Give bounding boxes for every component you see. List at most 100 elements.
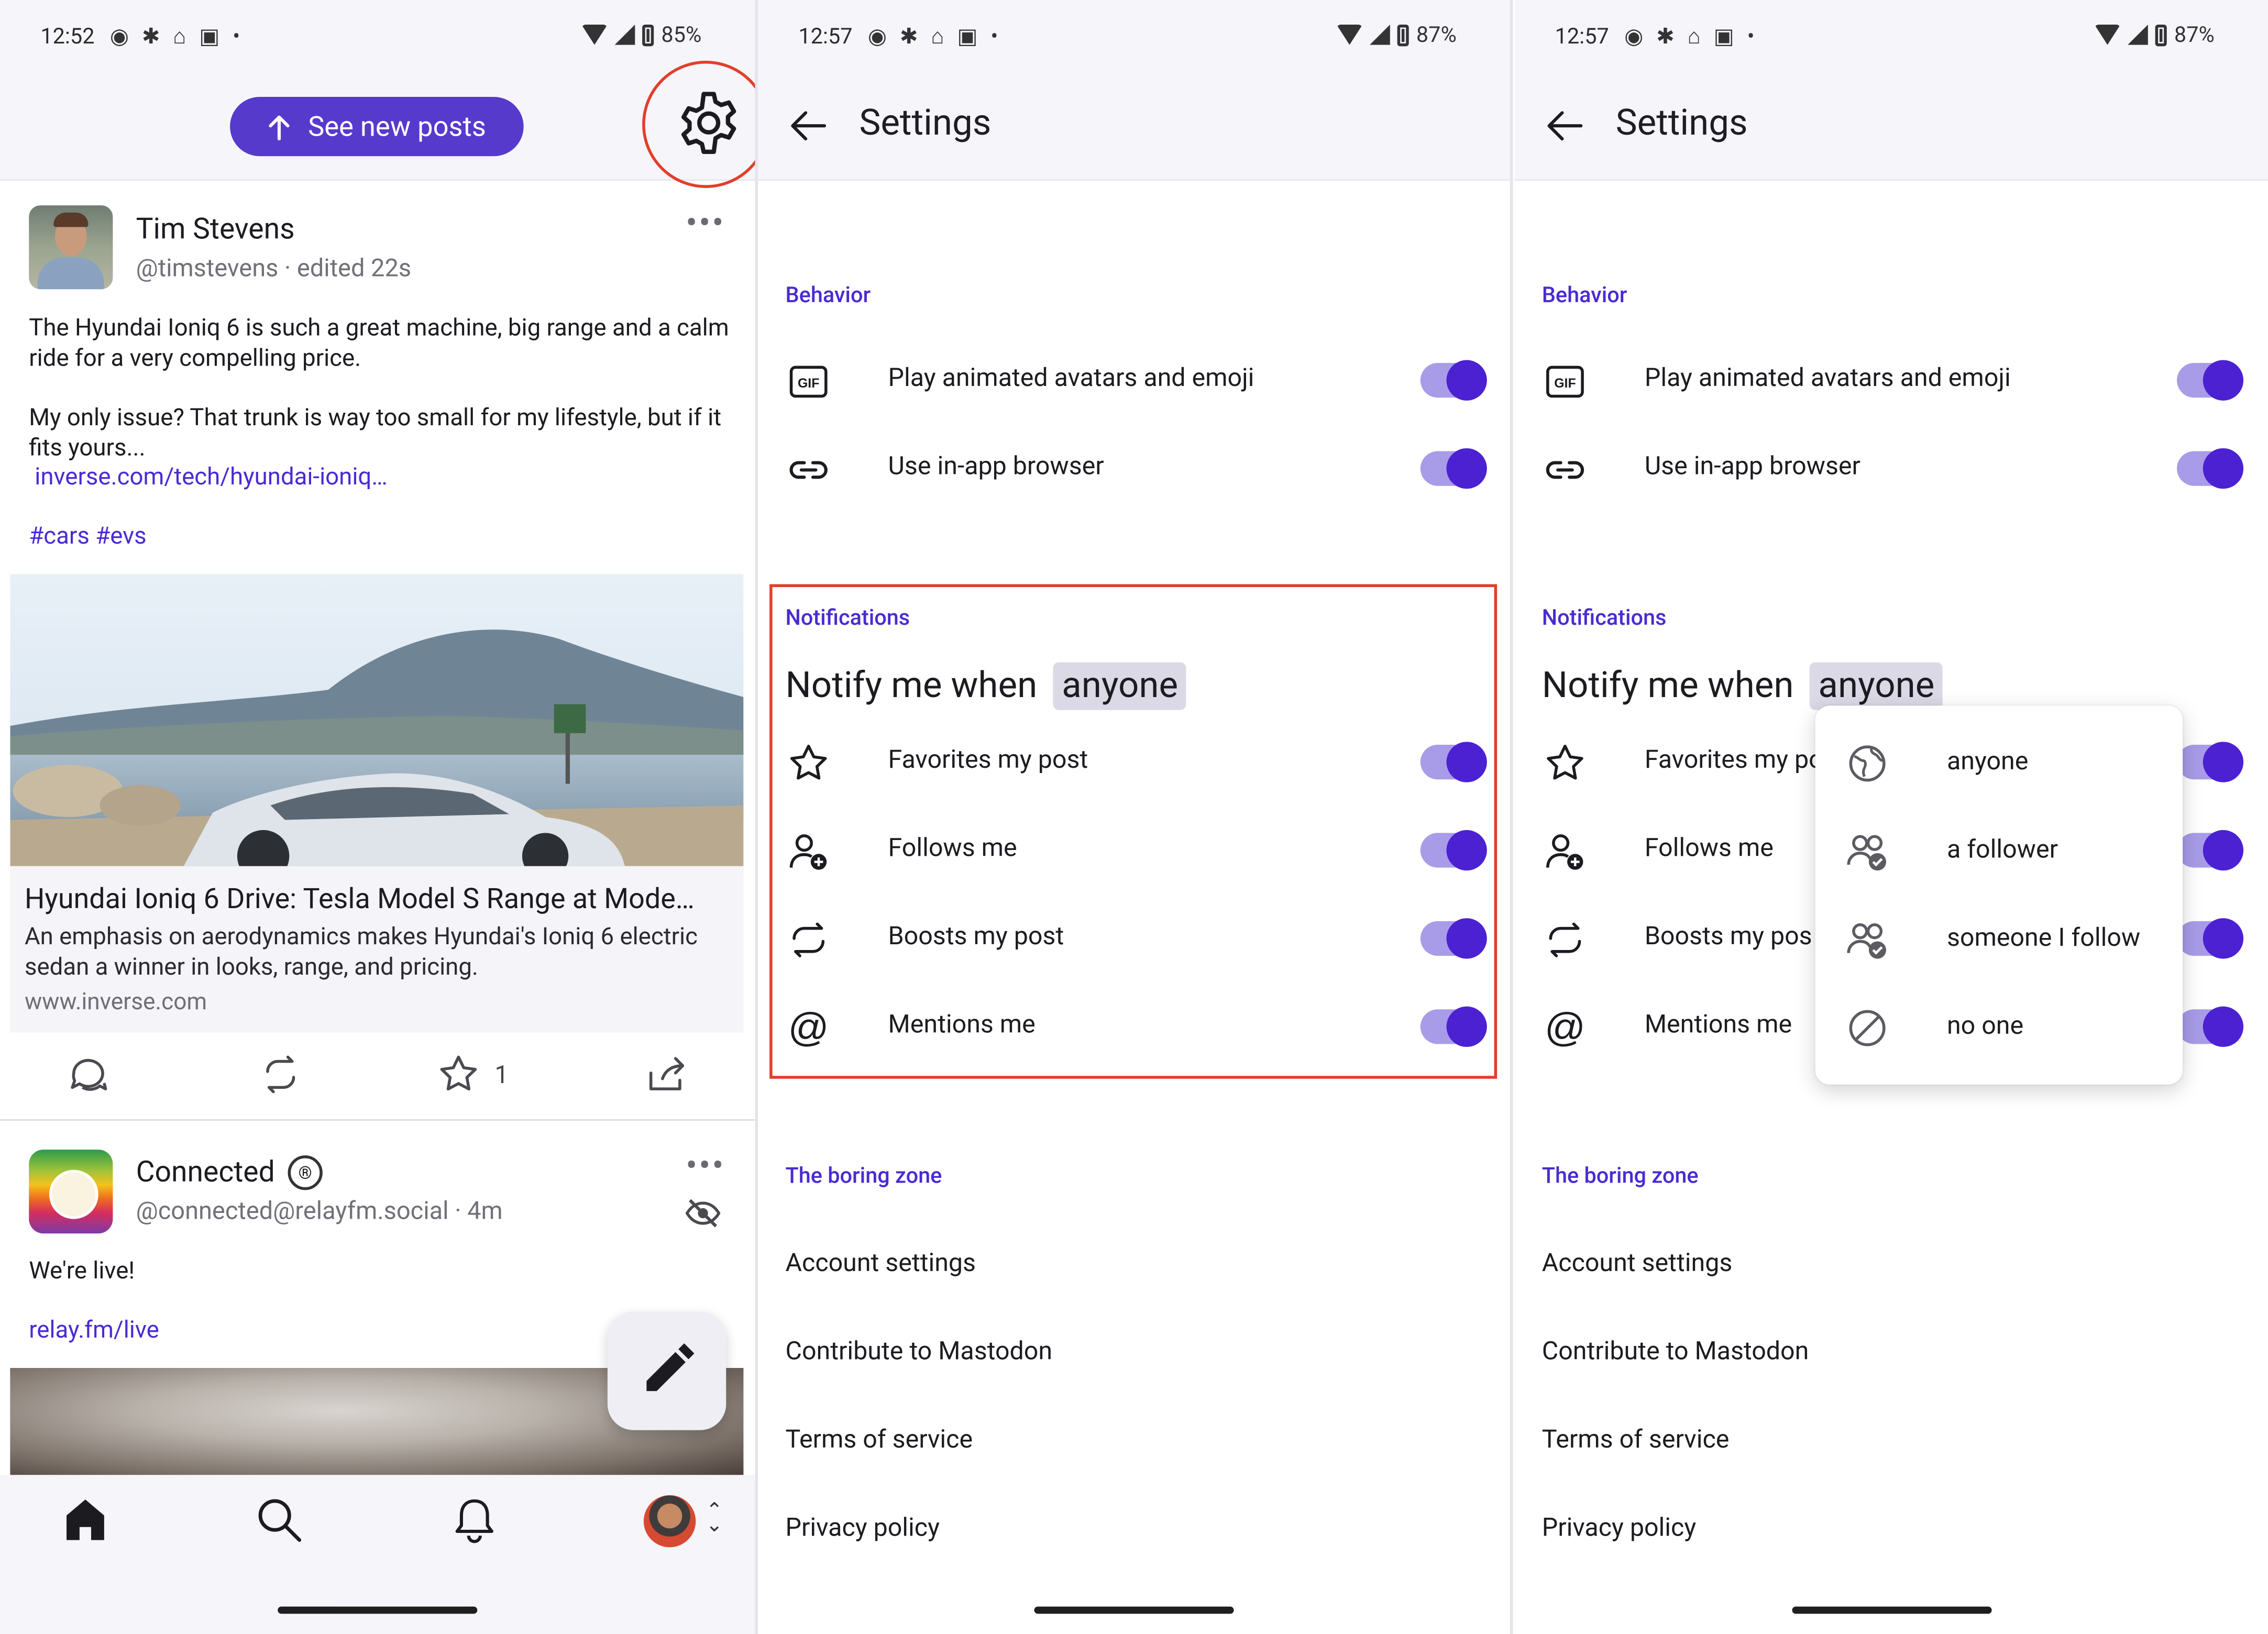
menu-item-no-one[interactable]: no one	[1815, 985, 2183, 1073]
wifi-icon	[1337, 24, 1363, 45]
see-new-posts-button[interactable]: See new posts	[230, 96, 524, 157]
page-title: Settings	[1615, 103, 1748, 145]
toggle-switch[interactable]	[2177, 742, 2244, 782]
back-arrow-icon[interactable]	[790, 107, 828, 145]
setting-label: Mentions me	[1644, 1011, 1792, 1040]
setting-label: Play animated avatars and emoji	[1644, 364, 2011, 394]
setting-label: Follows me	[1644, 834, 1774, 864]
setting-animated-avatars[interactable]: GIF Play animated avatars and emoji	[1514, 338, 2268, 425]
status-bar: 12:57 ◉✱⌂▣• 87%	[1514, 0, 2268, 75]
toggle-switch[interactable]	[2177, 830, 2244, 871]
settings-top-bar: Settings	[1514, 75, 2268, 181]
notifications-icon[interactable]	[452, 1495, 498, 1544]
wifi-icon	[581, 24, 608, 45]
more-options-icon[interactable]: •••	[686, 1145, 725, 1186]
back-arrow-icon[interactable]	[1546, 107, 1584, 145]
wifi-icon	[2095, 24, 2121, 45]
settings-top-bar: Settings	[758, 75, 1511, 181]
contribute-link[interactable]: Contribute to Mastodon	[785, 1338, 1052, 1366]
toggle-switch[interactable]	[2177, 918, 2244, 959]
cellular-icon	[1370, 24, 1391, 45]
menu-item-someone-i-follow[interactable]: someone I follow	[1815, 897, 2183, 985]
menu-item-label: anyone	[1946, 747, 2029, 777]
status-time: 12:57	[798, 23, 853, 49]
search-icon[interactable]	[256, 1495, 302, 1544]
contribute-link[interactable]: Contribute to Mastodon	[1542, 1338, 1809, 1366]
section-behavior: Behavior	[1542, 282, 1627, 308]
toggle-switch[interactable]	[1420, 448, 1487, 489]
avatar[interactable]	[29, 1150, 113, 1234]
link-preview-image[interactable]	[10, 574, 744, 866]
post-text: The Hyundai Ioniq 6 is such a great mach…	[29, 315, 729, 373]
notify-scope-dropdown[interactable]: anyone	[1809, 662, 1943, 710]
account-settings-link[interactable]: Account settings	[1542, 1250, 1733, 1278]
status-time: 12:57	[1555, 23, 1609, 49]
post-author[interactable]: Tim Stevens	[136, 211, 295, 246]
favorite-count: 1	[494, 1061, 509, 1090]
status-right: 87%	[2095, 21, 2215, 48]
toggle-switch[interactable]	[2177, 360, 2244, 401]
profile-avatar[interactable]	[643, 1495, 696, 1548]
star-icon	[1547, 744, 1583, 780]
post-actions: 1	[0, 1053, 755, 1105]
hidden-media-icon[interactable]	[685, 1197, 721, 1229]
setting-in-app-browser[interactable]: Use in-app browser	[1514, 427, 2268, 514]
gesture-bar	[278, 1606, 478, 1614]
setting-in-app-browser[interactable]: Use in-app browser	[758, 427, 1510, 514]
post-author[interactable]: Connected ®	[136, 1154, 323, 1190]
terms-link[interactable]: Terms of service	[1542, 1426, 1730, 1454]
post-hashtags[interactable]: #cars #evs	[29, 522, 730, 553]
gesture-bar	[1791, 1606, 1991, 1614]
notify-scope-menu: anyone a follower someone I follow no on…	[1815, 705, 2183, 1085]
page-title: Settings	[859, 103, 992, 145]
home-icon[interactable]	[62, 1495, 108, 1544]
share-icon[interactable]	[645, 1053, 689, 1096]
toggle-switch[interactable]	[1420, 360, 1487, 401]
status-right: 85%	[581, 21, 701, 48]
compose-button[interactable]	[607, 1311, 726, 1430]
setting-label: Favorites my po	[1644, 746, 1823, 775]
link-preview-domain: www.inverse.com	[24, 987, 207, 1015]
gear-icon[interactable]	[674, 88, 744, 158]
battery-icon	[2155, 24, 2167, 46]
battery-level: 87%	[2174, 21, 2215, 48]
setting-label: Boosts my pos	[1644, 922, 1812, 952]
privacy-link[interactable]: Privacy policy	[785, 1514, 939, 1543]
gif-icon: GIF	[1546, 366, 1584, 398]
gif-icon: GIF	[789, 366, 828, 398]
settings-screen-dropdown: 12:57 ◉✱⌂▣• 87% Settings Behavior GIF Pl…	[1514, 0, 2268, 1634]
menu-item-label: no one	[1946, 1012, 2024, 1041]
terms-link[interactable]: Terms of service	[785, 1426, 973, 1454]
post-link[interactable]: inverse.com/tech/hyundai-ioniq…	[35, 463, 736, 493]
toggle-switch[interactable]	[2177, 448, 2244, 489]
block-icon	[1849, 1010, 1886, 1046]
notification-icons: ◉✱⌂▣•	[867, 23, 1011, 49]
status-bar: 12:57 ◉✱⌂▣• 87%	[758, 0, 1511, 75]
account-settings-link[interactable]: Account settings	[785, 1250, 976, 1278]
section-behavior: Behavior	[785, 282, 871, 308]
link-preview-title: Hyundai Ioniq 6 Drive: Tesla Model S Ran…	[24, 882, 695, 915]
boost-icon[interactable]	[259, 1053, 302, 1096]
menu-item-anyone[interactable]: anyone	[1815, 720, 2183, 808]
section-boring-zone: The boring zone	[785, 1162, 942, 1189]
at-sign-icon: @	[1545, 1007, 1586, 1050]
post-text: We're live!	[29, 1258, 135, 1286]
privacy-link[interactable]: Privacy policy	[1542, 1514, 1696, 1543]
account-switcher-icon[interactable]: ⌃ ⌄	[706, 1501, 723, 1536]
link-preview-card[interactable]: Hyundai Ioniq 6 Drive: Tesla Model S Ran…	[10, 866, 744, 1033]
menu-item-label: someone I follow	[1946, 924, 2141, 953]
post-text: My only issue? That trunk is way too sma…	[29, 405, 722, 463]
notify-prefix: Notify me when	[1542, 665, 1794, 708]
setting-animated-avatars[interactable]: GIF Play animated avatars and emoji	[758, 338, 1510, 425]
reply-icon[interactable]	[67, 1053, 110, 1096]
link-icon	[789, 461, 828, 479]
see-new-posts-label: See new posts	[308, 109, 486, 143]
menu-item-follower[interactable]: a follower	[1815, 808, 2183, 896]
boost-icon	[1549, 922, 1581, 957]
favorite-icon[interactable]	[437, 1053, 480, 1096]
toggle-switch[interactable]	[2177, 1006, 2244, 1047]
menu-item-label: a follower	[1946, 835, 2058, 865]
section-boring-zone: The boring zone	[1542, 1162, 1699, 1189]
avatar[interactable]	[29, 205, 113, 290]
more-options-icon[interactable]: •••	[686, 203, 725, 243]
